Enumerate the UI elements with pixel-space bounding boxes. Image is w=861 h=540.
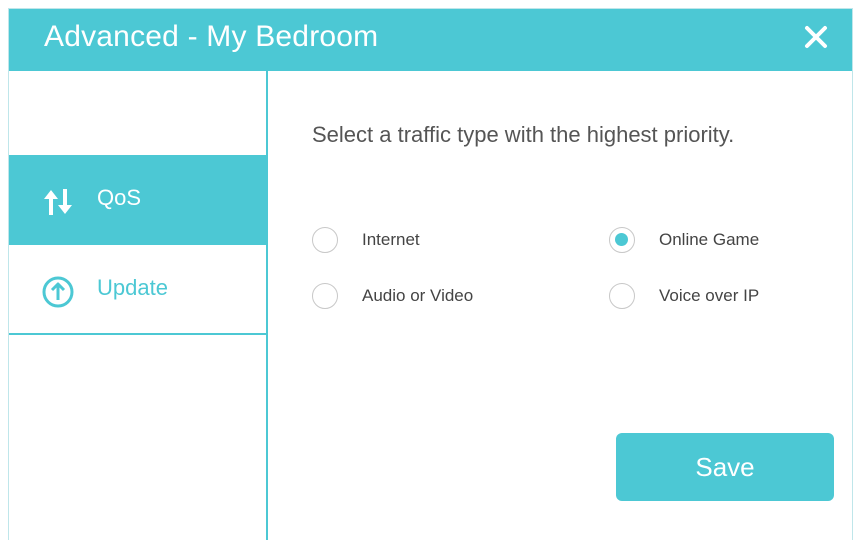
option-label: Internet — [362, 230, 420, 249]
close-icon — [805, 26, 827, 48]
qos-panel: Select a traffic type with the highest p… — [270, 71, 852, 540]
radio-voice-over-ip[interactable] — [609, 283, 635, 309]
sort-arrows-icon — [44, 189, 72, 215]
option-label: Voice over IP — [659, 286, 760, 305]
upload-circle-icon — [42, 276, 74, 308]
sidebar-item-update[interactable]: Update — [9, 245, 266, 335]
title-bar: Advanced - My Bedroom — [9, 9, 852, 71]
dialog-title: Advanced - My Bedroom — [44, 20, 379, 53]
radio-online-game[interactable] — [609, 227, 635, 253]
sidebar-item-label: Update — [97, 275, 168, 300]
option-label: Audio or Video — [362, 286, 474, 305]
advanced-dialog: Advanced - My Bedroom QoS Update Select … — [8, 8, 853, 540]
save-button[interactable]: Save — [616, 433, 834, 501]
option-label: Online Game — [659, 230, 760, 249]
qos-prompt: Select a traffic type with the highest p… — [312, 122, 735, 147]
radio-audio-video[interactable] — [312, 283, 338, 309]
sidebar: QoS Update — [9, 71, 268, 540]
sidebar-item-label: QoS — [97, 185, 142, 210]
radio-internet[interactable] — [312, 227, 338, 253]
close-button[interactable] — [802, 23, 830, 51]
sidebar-item-qos[interactable]: QoS — [9, 155, 266, 245]
